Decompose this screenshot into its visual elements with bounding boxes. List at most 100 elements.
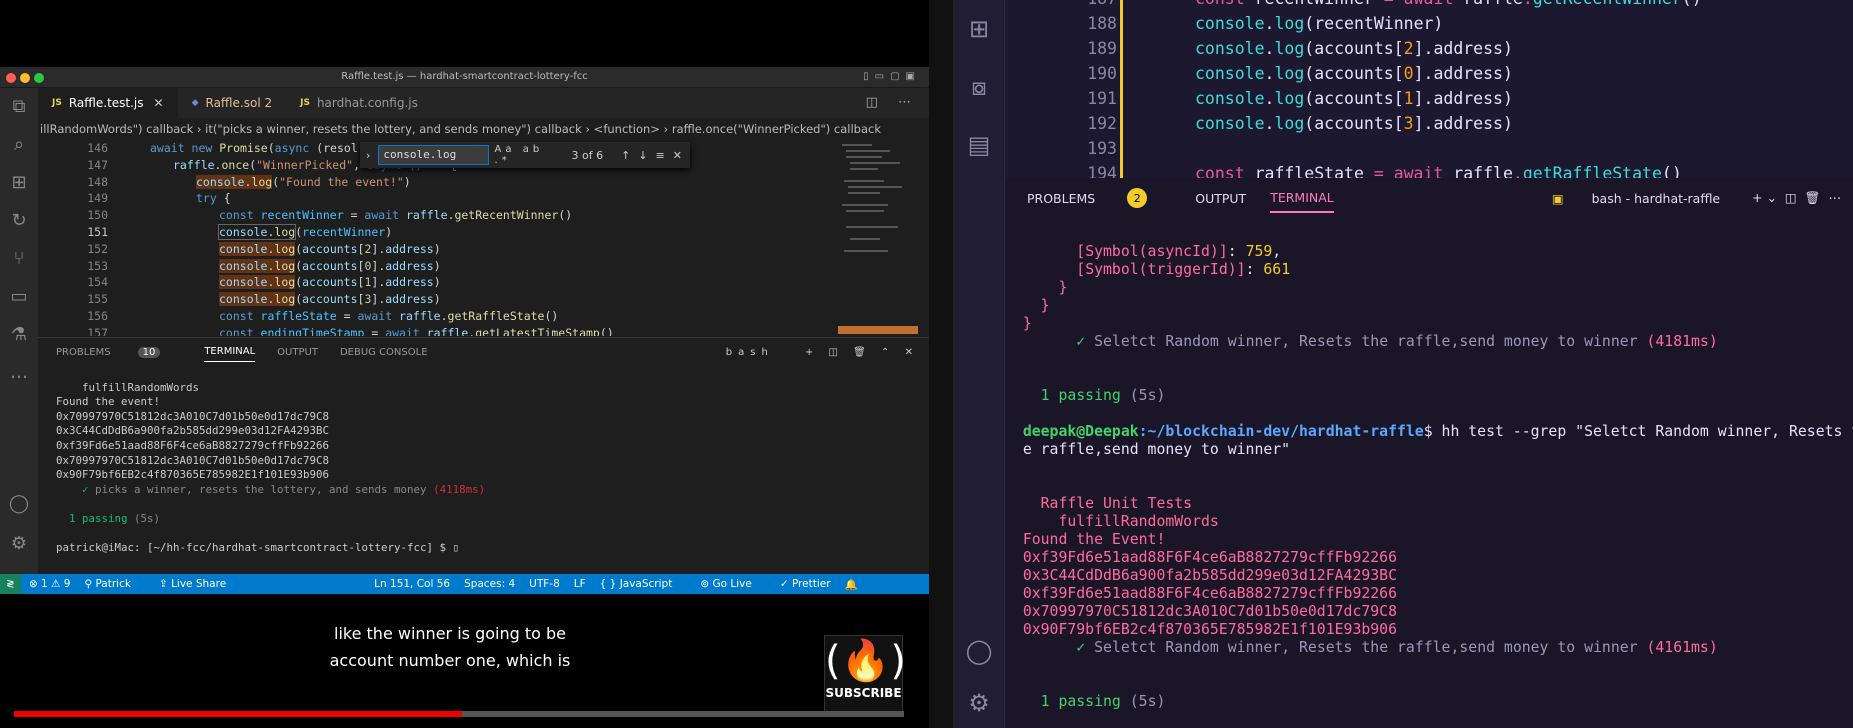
- indentation-status[interactable]: Spaces: 4: [464, 578, 515, 590]
- code-line: 157 const endingTimeStamp = await raffle.…: [87, 325, 614, 336]
- code-line: 191 console.log(accounts[1].address): [1087, 89, 1513, 108]
- account-icon[interactable]: ◯: [953, 622, 1005, 680]
- gear-icon[interactable]: ⚙: [0, 525, 38, 563]
- code-line: 150 const recentWinner = await raffle.get…: [87, 208, 573, 223]
- code-editor[interactable]: 146 await new Promise(async (resol 147 raf…: [38, 140, 838, 336]
- extensions-icon[interactable]: ⊞: [953, 0, 1005, 58]
- activity-bar: ⧉ ⌕ ⊞ ↻ ⑂ ▭ ⚗ … ◯ ⚙: [0, 88, 38, 575]
- extensions-icon[interactable]: ⊞: [0, 164, 38, 202]
- encoding-status[interactable]: UTF-8: [529, 578, 560, 590]
- book-icon[interactable]: ▤: [953, 116, 1005, 174]
- terminal-line: ✓ Seletct Random winner, Resets the raff…: [1076, 639, 1718, 656]
- tab-raffle-sol[interactable]: ◆ Raffle.sol 2: [178, 88, 287, 118]
- tab-hardhat-config[interactable]: JS hardhat.config.js: [286, 88, 432, 118]
- terminal-line: Found the event!: [56, 395, 161, 409]
- remote-indicator-icon[interactable]: ≷: [0, 574, 21, 594]
- code-line: 156 const raffleState = await raffle.getR…: [87, 308, 559, 323]
- terminal-shell-label[interactable]: bash - hardhat-raffle: [1592, 191, 1721, 206]
- terminal-line: 0x90F79bf6EB2c4f870365E785982E1f101E93b9…: [56, 468, 330, 482]
- code-line: 148 console.log("Found the event!"): [87, 174, 411, 189]
- terminal-actions[interactable]: ▣ bash - hardhat-raffle + ⌄ ◫ 🗑 ⋯: [1552, 190, 1841, 206]
- tab-output[interactable]: OUTPUT: [1195, 191, 1246, 206]
- terminal-line: Found the Event!: [1022, 531, 1166, 548]
- breadcrumb[interactable]: illRandomWords") callback › it("picks a …: [38, 118, 929, 140]
- find-nav-icons[interactable]: ↑↓≡✕: [621, 149, 690, 162]
- find-options[interactable]: Aa ab .*: [495, 144, 558, 166]
- terminal-line: ✓ Seletct Random winner, Resets the raff…: [1076, 333, 1718, 350]
- terminal-line: 1 passing (5s): [69, 511, 161, 525]
- tab-terminal[interactable]: TERMINAL: [204, 342, 256, 362]
- search-icon[interactable]: ⌕: [0, 126, 38, 164]
- terminal-icon: ▣: [1551, 190, 1564, 206]
- panel-tabs: PROBLEMS 2 OUTPUT TERMINAL ▣ bash - hardh…: [1005, 182, 1853, 214]
- editor-tabs: JS Raffle.test.js ✕ ◆ Raffle.sol 2 JS hardha…: [38, 88, 929, 118]
- remote-explorer-icon[interactable]: ⧇: [953, 58, 1005, 116]
- subscribe-label: SUBSCRIBE: [825, 686, 902, 700]
- language-status[interactable]: { } JavaScript: [600, 578, 687, 590]
- tab-debug-console[interactable]: DEBUG CONSOLE: [340, 347, 428, 358]
- subtitle-line: account number one, which is: [329, 651, 571, 670]
- terminal-line: 0x3C44CdDdB6a900fa2b585dd299e03d12FA4293…: [1022, 567, 1397, 584]
- go-live-status[interactable]: ⊚ Go Live: [700, 578, 765, 590]
- tab-problems[interactable]: PROBLEMS 2: [1027, 188, 1171, 208]
- source-control-icon[interactable]: ⑂: [0, 240, 38, 278]
- code-line: 188 console.log(recentWinner): [1087, 14, 1444, 33]
- code-editor[interactable]: 187const recentWinner = await raffle.get…: [1005, 0, 1853, 178]
- tab-problems[interactable]: PROBLEMS 10: [56, 346, 182, 358]
- terminal-line: ● deepak@Deepak:~/blockchain-dev/hardhat…: [1022, 423, 1853, 440]
- tab-label: hardhat.config.js: [316, 96, 418, 110]
- terminal-output[interactable]: fulfillRandomWords Found the event! 0x7099…: [38, 366, 929, 585]
- status-bar: ≷ ⊗ 1 ⚠ 9 ⚲ Patrick ⇪ Live Share Ln 151,…: [0, 574, 929, 594]
- account-status[interactable]: ⚲ Patrick: [84, 578, 145, 590]
- gear-icon[interactable]: ⚙: [953, 674, 1005, 728]
- progress-fill: [14, 711, 462, 717]
- terminal-shell-label[interactable]: bash: [726, 347, 774, 358]
- cursor-position[interactable]: Ln 151, Col 56: [374, 578, 450, 590]
- subscribe-button[interactable]: (🔥) SUBSCRIBE: [824, 635, 906, 714]
- terminal-output[interactable]: [Symbol(asyncId)]: 759, [Symbol(triggerI…: [1005, 225, 1853, 728]
- problems-badge: 10: [137, 346, 161, 358]
- vscode-window-right: ⊞ ⧇ ▤ ◯ ⚙ 187const recentWinner = await …: [953, 0, 1853, 728]
- find-widget: › console.log Aa ab .* 3 of 6 ↑↓≡✕: [360, 142, 690, 168]
- testing-icon[interactable]: ⚗: [0, 316, 38, 354]
- terminal-actions[interactable]: bash + ◫ 🗑 ⌃ ✕: [726, 347, 919, 358]
- remote-icon[interactable]: ▭: [0, 278, 38, 316]
- code-line: 154 console.log(accounts[1].address): [87, 275, 441, 290]
- activity-bar: ⊞ ⧇ ▤ ◯ ⚙: [953, 0, 1005, 728]
- panel-tabs: PROBLEMS 10 TERMINAL OUTPUT DEBUG CONSOLE…: [38, 338, 929, 366]
- explorer-icon[interactable]: ⧉: [0, 88, 38, 126]
- bell-icon[interactable]: 🔔: [845, 578, 858, 591]
- code-line: 155 console.log(accounts[3].address): [87, 292, 441, 307]
- prettier-status[interactable]: ✓ Prettier: [780, 578, 831, 590]
- subtitle-line: like the winner is going to be: [334, 624, 566, 643]
- find-input[interactable]: console.log: [378, 145, 489, 165]
- code-line: 193: [1087, 139, 1117, 158]
- code-line: 151 console.log(recentWinner): [87, 223, 393, 240]
- live-share-status[interactable]: ⇪ Live Share: [159, 578, 240, 590]
- terminal-line: fulfillRandomWords: [56, 380, 200, 394]
- account-icon[interactable]: ◯: [0, 485, 38, 523]
- terminal-line: ✓ picks a winner, resets the lottery, an…: [82, 482, 486, 496]
- video-player[interactable]: Raffle.test.js — hardhat-smartcontract-l…: [0, 0, 929, 728]
- terminal-line: }: [1040, 297, 1050, 314]
- tab-terminal[interactable]: TERMINAL: [1270, 184, 1334, 213]
- chevron-right-icon[interactable]: ›: [366, 149, 370, 162]
- code-line: 152 console.log(accounts[2].address): [87, 241, 441, 256]
- problems-status[interactable]: ⊗ 1 ⚠ 9: [29, 578, 71, 590]
- code-line: 153 console.log(accounts[0].address): [87, 258, 441, 273]
- layout-icons[interactable]: ▯▭▢▣: [863, 71, 921, 82]
- more-icon[interactable]: …: [0, 354, 38, 392]
- tab-raffle-test[interactable]: JS Raffle.test.js ✕: [38, 88, 178, 118]
- close-icon[interactable]: ✕: [154, 96, 164, 110]
- run-debug-icon[interactable]: ↻: [0, 202, 38, 240]
- vscode-window-left: Raffle.test.js — hardhat-smartcontract-l…: [0, 67, 929, 594]
- terminal-line: e raffle,send money to winner": [1022, 441, 1291, 458]
- terminal-line: Raffle Unit Tests: [1040, 495, 1193, 512]
- editor-actions[interactable]: ◫ ⋯: [856, 88, 929, 118]
- code-line: 149 try {: [87, 191, 231, 206]
- tab-output[interactable]: OUTPUT: [277, 347, 318, 358]
- window-title: Raffle.test.js — hardhat-smartcontract-l…: [341, 71, 588, 82]
- video-progress-bar[interactable]: [14, 711, 904, 717]
- eol-status[interactable]: LF: [574, 578, 586, 590]
- minimap[interactable]: [838, 140, 928, 336]
